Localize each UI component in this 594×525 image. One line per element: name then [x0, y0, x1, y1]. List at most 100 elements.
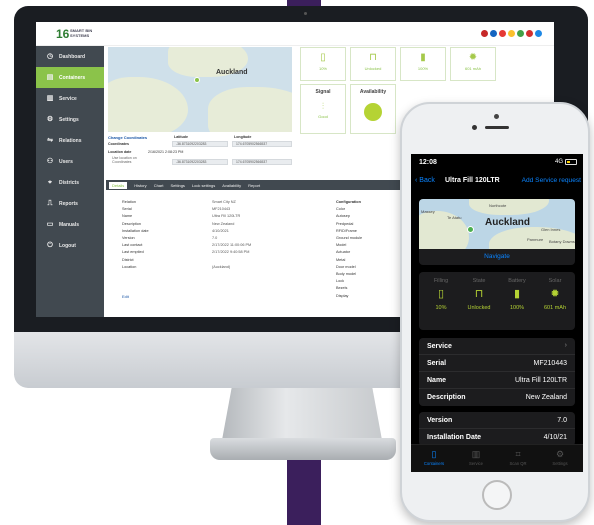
sidebar-nav: ◷ Dashboard ▤ Containers ▥ Service ⚙ Settings ⇋ R… — [36, 46, 104, 256]
map-pin-icon[interactable] — [467, 226, 474, 233]
sidebar-item-service[interactable]: ▥ Service — [36, 88, 104, 109]
tab-details[interactable]: Details — [109, 181, 128, 189]
monitor-camera — [304, 12, 307, 15]
status-stats: Filling ▯ 10% State ⊓ Unlocked Battery ▮ 100% Sol… — [419, 272, 575, 330]
detail-row: Relation Smart City NZ — [122, 200, 236, 204]
clock-icon: ◷ — [46, 52, 54, 60]
change-coordinates-link[interactable]: Change Coordinates — [108, 135, 147, 140]
tabbar-item-settings[interactable]: ⚙ Settings — [540, 449, 580, 466]
flag-icon[interactable] — [526, 30, 533, 37]
stat-battery: Battery ▮ 100% — [499, 278, 535, 311]
config-item: Bezels — [336, 286, 348, 291]
phone-device: 12:08 4G ‹ Back Ultra Fill 120LTR Add Se… — [400, 102, 590, 522]
battery-icon: ▮ — [420, 52, 426, 63]
sidebar-item-users[interactable]: ⚇ Users — [36, 151, 104, 172]
handshake-icon: ⇋ — [47, 136, 53, 144]
config-item: Model — [336, 243, 347, 248]
sun-icon: ✹ — [550, 288, 560, 300]
chevron-right-icon: › — [564, 342, 567, 349]
sidebar-item-districts[interactable]: ⌖ Districts — [36, 172, 104, 193]
sidebar-item-label: Relations — [59, 137, 82, 144]
coordinates-panel: Change Coordinates Latitude Longitude Co… — [108, 135, 294, 183]
battery-status-icon — [565, 159, 577, 165]
sun-icon: ✹ — [468, 52, 478, 63]
sidebar-item-reports[interactable]: ⎍ Reports — [36, 193, 104, 214]
availability-tile: Availability — [350, 84, 396, 134]
flag-icon[interactable] — [490, 30, 497, 37]
detail-row: Location (Auckland) — [122, 264, 231, 269]
detail-tabs: Details History Chart Settings Lock settings… — [106, 180, 408, 190]
tab-settings[interactable]: Settings — [170, 183, 184, 188]
latitude-field-2[interactable]: -36.8731092203283 — [172, 159, 228, 165]
signal-icon: ⫶ — [321, 101, 325, 111]
sidebar-item-label: Containers — [59, 74, 86, 81]
flag-icon[interactable] — [517, 30, 524, 37]
list-row-name: Name Ultra Fill 120LTR — [419, 372, 575, 389]
detail-row: Version 7.0 — [122, 236, 218, 240]
latitude-field[interactable]: -36.8731092203283 — [172, 141, 228, 147]
tab-bar: ▯ Containers ▥ Service ⌗ Scan QR ⚙ Settings — [411, 444, 583, 472]
chart-icon: ⎍ — [47, 199, 53, 207]
add-service-request-button[interactable]: Add Service request — [522, 177, 581, 184]
sidebar-item-settings[interactable]: ⚙ Settings — [36, 109, 104, 130]
tab-availability[interactable]: Availability — [222, 183, 241, 188]
signal-tile: Signal ⫶ Good — [300, 84, 346, 134]
sidebar-item-dashboard[interactable]: ◷ Dashboard — [36, 46, 104, 67]
sidebar-item-label: Service — [59, 95, 77, 102]
sidebar-item-relations[interactable]: ⇋ Relations — [36, 130, 104, 151]
bin-icon: ▯ — [431, 449, 437, 459]
solar-tile: ✹ 601 mAh — [450, 47, 496, 81]
detail-row: Last contact 2/17/2022 11:00:06 PM — [122, 243, 252, 248]
sidebar-item-logout[interactable]: ⏻ Logout — [36, 235, 104, 256]
flag-icon[interactable] — [535, 30, 542, 37]
bin-icon: ▯ — [437, 288, 445, 300]
detail-row: Last emptied 2/17/2022 9:40:58 PM — [122, 250, 250, 255]
sidebar-item-containers[interactable]: ▤ Containers — [36, 67, 104, 88]
battery-icon: ▮ — [513, 288, 521, 300]
longitude-field[interactable]: 174.6705902566537 — [232, 141, 292, 147]
status-bar: 12:08 4G — [411, 154, 583, 170]
list-row-description: Description New Zealand — [427, 394, 567, 401]
info-list-2: Version 7.0 Installation Date 4/10/21 — [419, 412, 575, 446]
map-pin-icon: ⌖ — [48, 178, 52, 186]
map-city-label: Auckland — [485, 217, 531, 228]
tab-report[interactable]: Report — [248, 183, 260, 188]
flag-icon[interactable] — [508, 30, 515, 37]
list-row-version: Version 7.0 — [419, 412, 575, 429]
tab-history[interactable]: History — [134, 183, 146, 188]
sidebar-item-label: Settings — [59, 116, 79, 123]
stat-state: State ⊓ Unlocked — [461, 278, 497, 311]
config-item: Display — [336, 293, 349, 298]
back-button[interactable]: ‹ Back — [415, 177, 435, 184]
config-item: Door model — [336, 264, 356, 269]
navigate-button[interactable]: Navigate — [419, 249, 575, 265]
detail-row: District — [122, 257, 134, 262]
details-panel: Edit Relation Smart City NZ Serial MF210443… — [108, 194, 408, 314]
flag-icon[interactable] — [499, 30, 506, 37]
bin-icon: ▯ — [320, 52, 326, 63]
sidebar-item-manuals[interactable]: ▭ Manuals — [36, 214, 104, 235]
phone-nav-bar: ‹ Back Ultra Fill 120LTR Add Service req… — [411, 172, 583, 190]
edit-link[interactable]: Edit — [122, 294, 129, 299]
filling-tile: ▯ 10% — [300, 47, 346, 81]
flag-icon[interactable] — [481, 30, 488, 37]
proximity-sensor — [472, 125, 477, 130]
phone-map[interactable]: Massey Te Atatu Northcote Glen Innes Pan… — [419, 199, 575, 249]
marketing-mockup: 16 SMART BIN SYSTEMS ◷ Dashboard ▤ Containe… — [0, 0, 594, 525]
longitude-field-2[interactable]: 174.6705902566537 — [232, 159, 292, 165]
home-button[interactable] — [482, 480, 512, 510]
lock-icon: ⊓ — [369, 52, 377, 63]
tabbar-item-service[interactable]: ▥ Service — [456, 449, 496, 466]
tabbar-item-containers[interactable]: ▯ Containers — [414, 449, 454, 466]
config-item: Body model — [336, 272, 357, 276]
tabbar-item-scan-qr[interactable]: ⌗ Scan QR — [498, 449, 538, 466]
sidebar-item-label: Manuals — [59, 221, 80, 228]
list-row-service[interactable]: Service › — [419, 338, 575, 355]
config-item: Configuration — [336, 200, 361, 204]
tab-lock-settings[interactable]: Lock settings — [192, 183, 215, 188]
top-bar: 16 SMART BIN SYSTEMS — [36, 22, 554, 46]
map-view[interactable]: Auckland — [108, 47, 292, 132]
earpiece — [485, 126, 509, 129]
tab-chart[interactable]: Chart — [154, 183, 164, 188]
map-pin-icon[interactable] — [194, 77, 200, 83]
